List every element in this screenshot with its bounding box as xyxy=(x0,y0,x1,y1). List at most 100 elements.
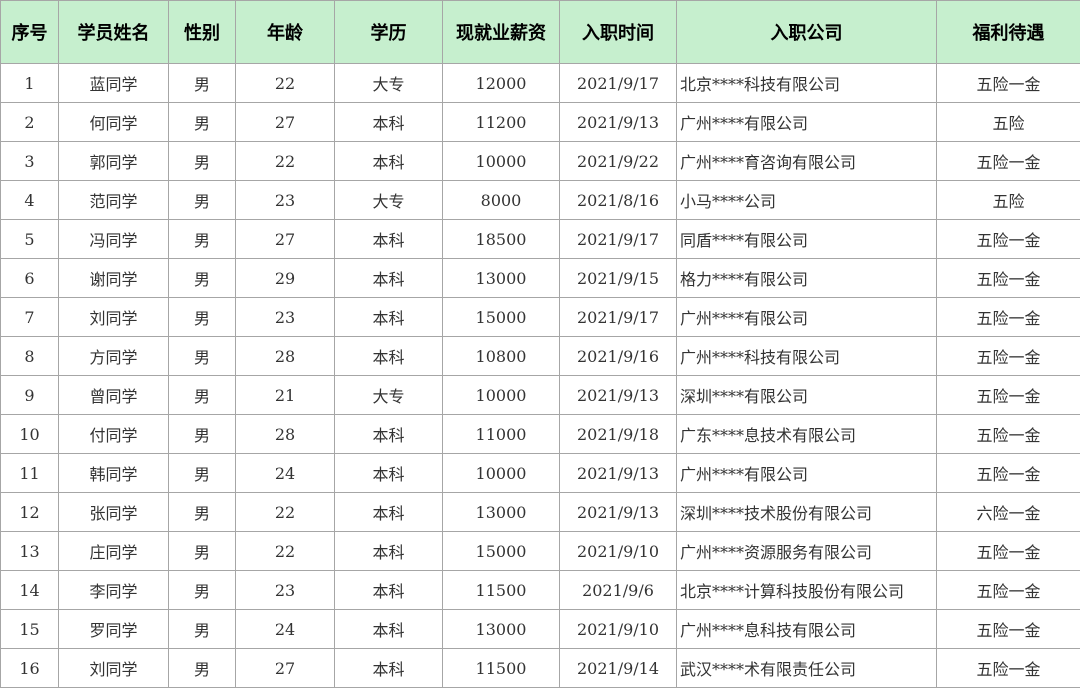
header-age[interactable]: 年龄 xyxy=(235,0,335,64)
cell-name[interactable]: 韩同学 xyxy=(58,453,169,493)
cell-gender[interactable]: 男 xyxy=(168,102,236,142)
cell-education[interactable]: 大专 xyxy=(334,180,443,220)
cell-gender[interactable]: 男 xyxy=(168,258,236,298)
cell-hire-date[interactable]: 2021/9/13 xyxy=(559,102,677,142)
cell-benefits[interactable]: 五险一金 xyxy=(936,297,1080,337)
header-index[interactable]: 序号 xyxy=(0,0,59,64)
cell-education[interactable]: 本科 xyxy=(334,297,443,337)
header-salary[interactable]: 现就业薪资 xyxy=(442,0,560,64)
header-company[interactable]: 入职公司 xyxy=(676,0,937,64)
cell-index[interactable]: 12 xyxy=(0,492,59,532)
cell-age[interactable]: 27 xyxy=(235,102,335,142)
cell-age[interactable]: 21 xyxy=(235,375,335,415)
cell-benefits[interactable]: 五险一金 xyxy=(936,609,1080,649)
cell-company[interactable]: 广州****有限公司 xyxy=(676,297,937,337)
cell-company[interactable]: 格力****有限公司 xyxy=(676,258,937,298)
cell-education[interactable]: 本科 xyxy=(334,492,443,532)
cell-company[interactable]: 武汉****术有限责任公司 xyxy=(676,648,937,688)
cell-education[interactable]: 本科 xyxy=(334,609,443,649)
cell-index[interactable]: 9 xyxy=(0,375,59,415)
cell-salary[interactable]: 11000 xyxy=(442,414,560,454)
cell-hire-date[interactable]: 2021/9/15 xyxy=(559,258,677,298)
cell-gender[interactable]: 男 xyxy=(168,648,236,688)
cell-education[interactable]: 本科 xyxy=(334,648,443,688)
cell-hire-date[interactable]: 2021/9/13 xyxy=(559,492,677,532)
cell-salary[interactable]: 11200 xyxy=(442,102,560,142)
cell-index[interactable]: 6 xyxy=(0,258,59,298)
cell-education[interactable]: 本科 xyxy=(334,102,443,142)
cell-gender[interactable]: 男 xyxy=(168,492,236,532)
cell-gender[interactable]: 男 xyxy=(168,570,236,610)
cell-benefits[interactable]: 五险一金 xyxy=(936,63,1080,103)
cell-benefits[interactable]: 五险一金 xyxy=(936,336,1080,376)
cell-age[interactable]: 27 xyxy=(235,219,335,259)
cell-company[interactable]: 广东****息技术有限公司 xyxy=(676,414,937,454)
cell-age[interactable]: 29 xyxy=(235,258,335,298)
cell-hire-date[interactable]: 2021/9/17 xyxy=(559,297,677,337)
header-benefits[interactable]: 福利待遇 xyxy=(936,0,1080,64)
cell-gender[interactable]: 男 xyxy=(168,414,236,454)
cell-age[interactable]: 22 xyxy=(235,141,335,181)
cell-hire-date[interactable]: 2021/9/6 xyxy=(559,570,677,610)
cell-education[interactable]: 本科 xyxy=(334,219,443,259)
cell-name[interactable]: 庄同学 xyxy=(58,531,169,571)
cell-gender[interactable]: 男 xyxy=(168,375,236,415)
cell-company[interactable]: 广州****资源服务有限公司 xyxy=(676,531,937,571)
cell-name[interactable]: 李同学 xyxy=(58,570,169,610)
cell-hire-date[interactable]: 2021/9/16 xyxy=(559,336,677,376)
cell-name[interactable]: 刘同学 xyxy=(58,297,169,337)
cell-company[interactable]: 广州****科技有限公司 xyxy=(676,336,937,376)
cell-salary[interactable]: 13000 xyxy=(442,492,560,532)
cell-hire-date[interactable]: 2021/8/16 xyxy=(559,180,677,220)
cell-hire-date[interactable]: 2021/9/17 xyxy=(559,63,677,103)
cell-gender[interactable]: 男 xyxy=(168,219,236,259)
cell-age[interactable]: 22 xyxy=(235,531,335,571)
cell-index[interactable]: 1 xyxy=(0,63,59,103)
cell-name[interactable]: 张同学 xyxy=(58,492,169,532)
cell-benefits[interactable]: 六险一金 xyxy=(936,492,1080,532)
cell-index[interactable]: 3 xyxy=(0,141,59,181)
cell-hire-date[interactable]: 2021/9/17 xyxy=(559,219,677,259)
cell-benefits[interactable]: 五险一金 xyxy=(936,414,1080,454)
cell-name[interactable]: 方同学 xyxy=(58,336,169,376)
cell-benefits[interactable]: 五险 xyxy=(936,102,1080,142)
cell-index[interactable]: 13 xyxy=(0,531,59,571)
cell-index[interactable]: 16 xyxy=(0,648,59,688)
cell-age[interactable]: 22 xyxy=(235,492,335,532)
cell-index[interactable]: 2 xyxy=(0,102,59,142)
cell-salary[interactable]: 8000 xyxy=(442,180,560,220)
cell-benefits[interactable]: 五险 xyxy=(936,180,1080,220)
cell-age[interactable]: 22 xyxy=(235,63,335,103)
cell-salary[interactable]: 15000 xyxy=(442,531,560,571)
cell-benefits[interactable]: 五险一金 xyxy=(936,141,1080,181)
cell-age[interactable]: 28 xyxy=(235,336,335,376)
cell-hire-date[interactable]: 2021/9/10 xyxy=(559,609,677,649)
cell-hire-date[interactable]: 2021/9/10 xyxy=(559,531,677,571)
cell-name[interactable]: 郭同学 xyxy=(58,141,169,181)
cell-education[interactable]: 大专 xyxy=(334,375,443,415)
cell-benefits[interactable]: 五险一金 xyxy=(936,570,1080,610)
cell-benefits[interactable]: 五险一金 xyxy=(936,453,1080,493)
cell-benefits[interactable]: 五险一金 xyxy=(936,648,1080,688)
cell-salary[interactable]: 18500 xyxy=(442,219,560,259)
cell-gender[interactable]: 男 xyxy=(168,609,236,649)
cell-education[interactable]: 本科 xyxy=(334,453,443,493)
cell-gender[interactable]: 男 xyxy=(168,63,236,103)
cell-hire-date[interactable]: 2021/9/14 xyxy=(559,648,677,688)
cell-index[interactable]: 4 xyxy=(0,180,59,220)
cell-salary[interactable]: 11500 xyxy=(442,648,560,688)
cell-name[interactable]: 蓝同学 xyxy=(58,63,169,103)
cell-index[interactable]: 14 xyxy=(0,570,59,610)
header-name[interactable]: 学员姓名 xyxy=(58,0,169,64)
cell-hire-date[interactable]: 2021/9/18 xyxy=(559,414,677,454)
cell-gender[interactable]: 男 xyxy=(168,141,236,181)
cell-education[interactable]: 本科 xyxy=(334,531,443,571)
cell-company[interactable]: 广州****有限公司 xyxy=(676,102,937,142)
cell-name[interactable]: 曾同学 xyxy=(58,375,169,415)
cell-index[interactable]: 5 xyxy=(0,219,59,259)
cell-benefits[interactable]: 五险一金 xyxy=(936,219,1080,259)
cell-education[interactable]: 本科 xyxy=(334,336,443,376)
cell-benefits[interactable]: 五险一金 xyxy=(936,258,1080,298)
cell-salary[interactable]: 13000 xyxy=(442,609,560,649)
cell-gender[interactable]: 男 xyxy=(168,336,236,376)
